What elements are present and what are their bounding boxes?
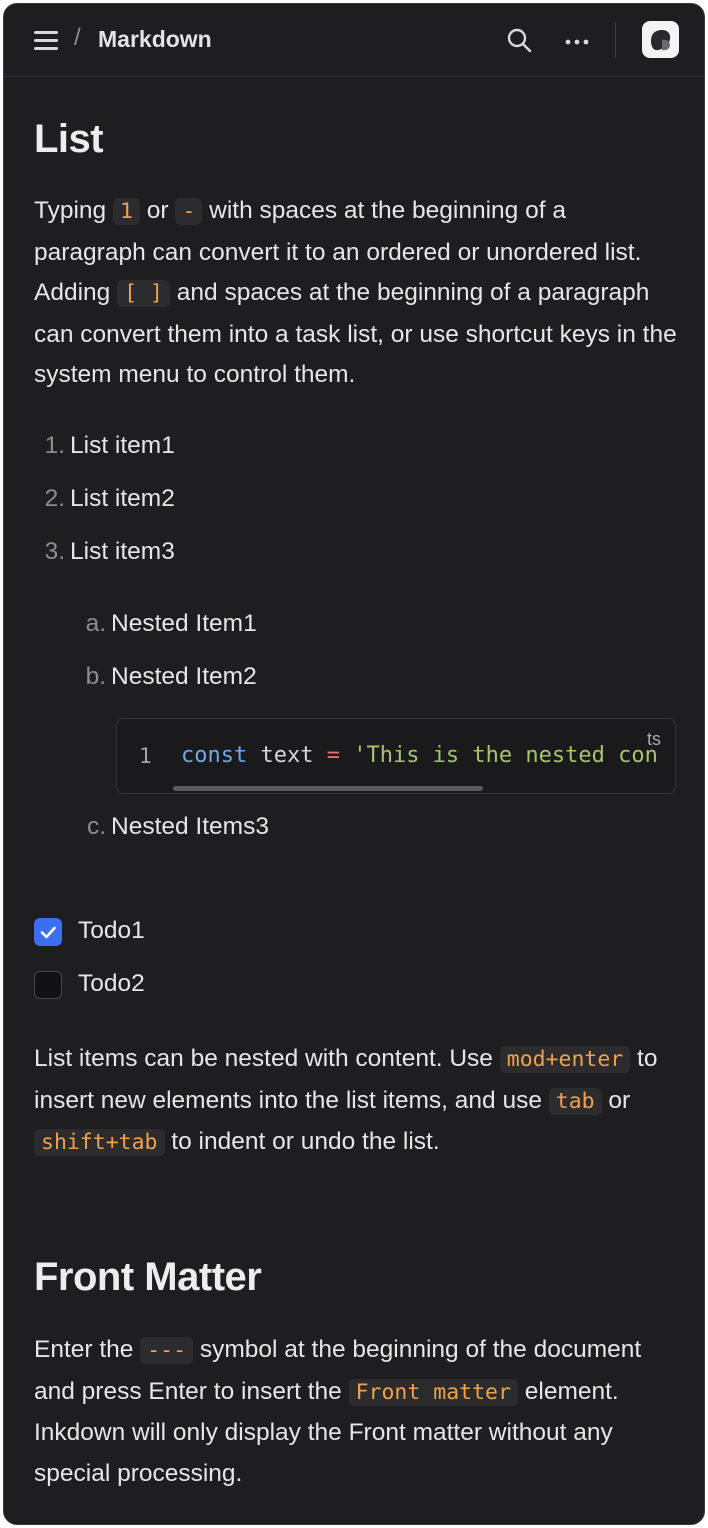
text: List items can be nested with content. U…	[34, 1045, 500, 1072]
inline-code: mod+enter	[499, 1046, 631, 1073]
inline-code: tab	[548, 1087, 602, 1115]
text: Enter the	[34, 1336, 141, 1363]
inline-code: shift+tab	[34, 1129, 165, 1156]
list-marker: 3.	[44, 538, 65, 565]
top-bar: / Markdown	[4, 4, 704, 77]
front-matter-paragraph: Enter the --- symbol at the beginning of…	[34, 1330, 682, 1494]
inline-code: ---	[140, 1337, 194, 1364]
nested-list-item[interactable]: b. Nested Item2	[86, 663, 257, 691]
inline-code: [ ]	[117, 280, 170, 307]
list-marker: c.	[86, 813, 106, 840]
code-scrollbar[interactable]	[173, 786, 483, 791]
list-marker: 2.	[44, 485, 65, 512]
text: Typing	[34, 197, 113, 224]
list-item[interactable]: 2. List item2	[45, 485, 175, 513]
list-marker: 1.	[44, 432, 65, 459]
list-item-label: List item3	[70, 538, 175, 565]
checkbox-unchecked[interactable]	[34, 971, 62, 999]
text: to indent or undo the list.	[164, 1128, 440, 1155]
task-label: Todo2	[78, 970, 145, 997]
list-item-label: List item2	[70, 485, 175, 512]
task-item: Todo1	[34, 917, 334, 948]
text: or	[601, 1086, 631, 1114]
menu-icon[interactable]	[32, 28, 60, 52]
editor-window: / Markdown List Typing 1 or - with space…	[3, 3, 705, 1525]
more-icon[interactable]	[562, 26, 592, 56]
document-title[interactable]: Markdown	[98, 26, 212, 53]
heading-front-matter: Front Matter	[34, 1255, 262, 1299]
task-label: Todo1	[78, 917, 145, 944]
heading-list: List	[34, 117, 104, 161]
nesting-note-paragraph: List items can be nested with content. U…	[34, 1039, 682, 1164]
search-icon[interactable]	[504, 26, 534, 56]
inline-code: Front matter	[348, 1378, 518, 1406]
list-marker: a.	[85, 610, 106, 637]
code-line-number: 1	[139, 744, 152, 768]
code-string: 'This is the nested con	[339, 743, 658, 768]
code-language-label[interactable]: ts	[647, 729, 661, 750]
code-keyword: const	[181, 743, 248, 768]
list-marker: b.	[85, 663, 106, 690]
task-item: Todo2	[34, 970, 334, 1001]
list-item[interactable]: 1. List item1	[45, 432, 175, 460]
nested-list-item[interactable]: c. Nested Items3	[87, 813, 269, 841]
checkbox-checked[interactable]	[34, 918, 62, 946]
code-operator: =	[326, 743, 340, 768]
list-item-label: Nested Item2	[111, 663, 257, 690]
list-item[interactable]: 3. List item3	[45, 538, 175, 566]
inline-code: -	[175, 198, 203, 225]
nested-list-item[interactable]: a. Nested Item1	[86, 610, 257, 638]
code-identifier: text	[247, 743, 327, 768]
check-icon	[40, 926, 56, 939]
list-intro-paragraph: Typing 1 or - with spaces at the beginni…	[34, 191, 682, 396]
code-line[interactable]: const text = 'This is the nested con	[181, 743, 658, 768]
list-item-label: List item1	[70, 432, 175, 459]
text: or	[139, 197, 176, 224]
code-block[interactable]: 1 const text = 'This is the nested con t…	[116, 718, 676, 794]
list-item-label: Nested Items3	[111, 813, 269, 840]
list-item-label: Nested Item1	[111, 610, 257, 637]
inline-code: 1	[113, 198, 140, 225]
app-logo-icon[interactable]	[642, 21, 679, 58]
toolbar-divider	[615, 22, 616, 58]
breadcrumb-separator: /	[74, 24, 81, 51]
